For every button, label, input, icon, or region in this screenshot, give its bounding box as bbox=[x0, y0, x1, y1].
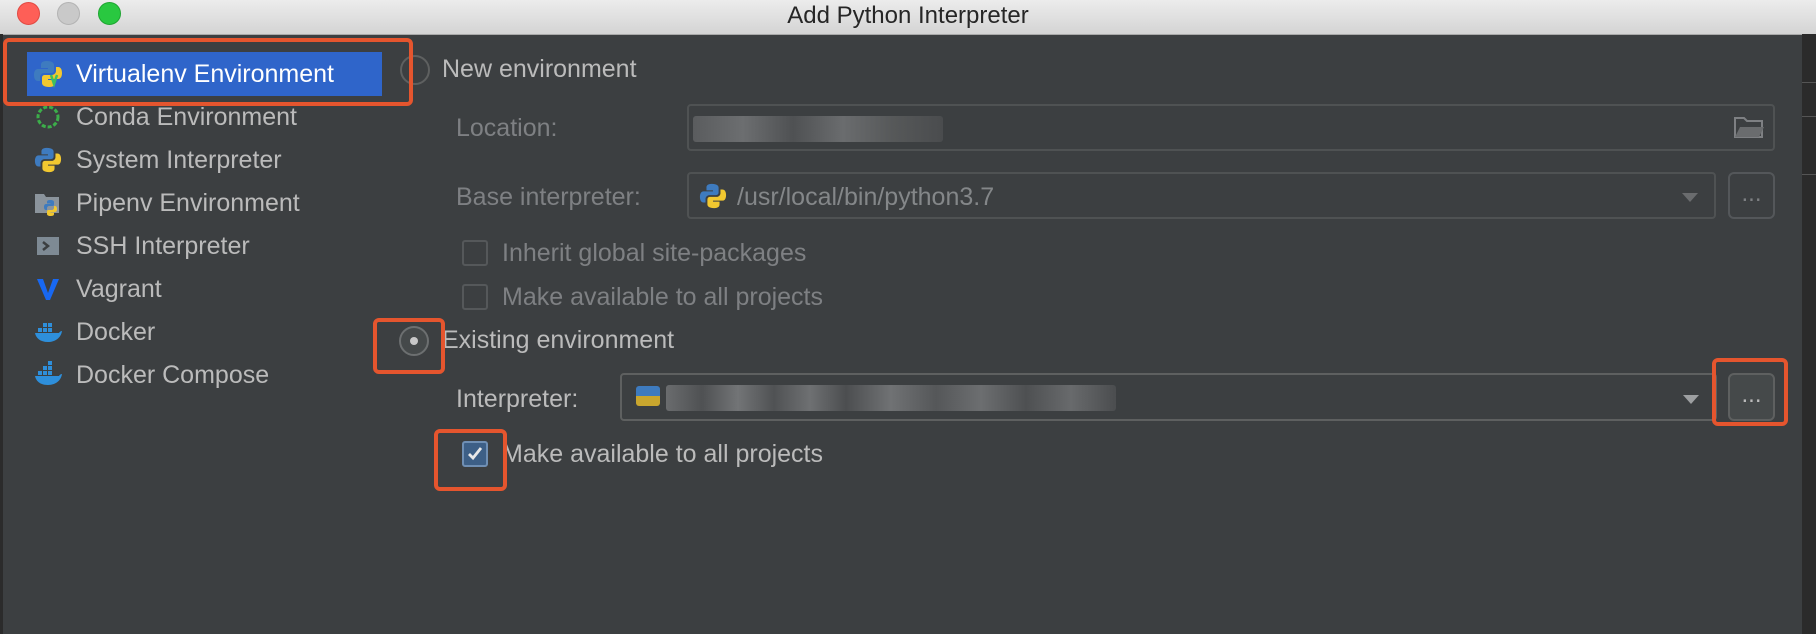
window-title: Add Python Interpreter bbox=[787, 2, 1029, 29]
python-icon bbox=[33, 145, 63, 175]
sidebar-item-ssh[interactable]: SSH Interpreter bbox=[27, 224, 383, 268]
location-field bbox=[687, 104, 1775, 151]
base-interpreter-select: /usr/local/bin/python3.7 bbox=[687, 172, 1716, 219]
highlight-existing-radio bbox=[373, 318, 445, 374]
right-edge bbox=[1802, 34, 1816, 634]
inherit-packages-label: Inherit global site-packages bbox=[502, 239, 807, 267]
new-env-make-available-checkbox bbox=[462, 284, 488, 310]
sidebar-item-label: System Interpreter bbox=[76, 145, 282, 174]
terminal-icon bbox=[33, 231, 63, 261]
new-environment-label: New environment bbox=[442, 55, 637, 83]
chevron-down-icon bbox=[1682, 193, 1698, 202]
conda-icon bbox=[33, 102, 63, 132]
folder-icon[interactable] bbox=[1733, 114, 1765, 145]
sidebar-item-docker[interactable]: Docker bbox=[27, 310, 383, 354]
highlight-make-available-checkbox bbox=[434, 429, 507, 491]
chevron-down-icon bbox=[1683, 395, 1699, 404]
pipenv-icon bbox=[33, 188, 63, 218]
existing-environment-label: Existing environment bbox=[442, 326, 675, 354]
base-interpreter-browse-button: ... bbox=[1728, 172, 1775, 219]
sidebar-item-label: Docker Compose bbox=[76, 360, 270, 389]
location-label: Location: bbox=[456, 114, 558, 142]
base-interpreter-value: /usr/local/bin/python3.7 bbox=[737, 183, 995, 211]
sidebar-item-label: Conda Environment bbox=[76, 102, 297, 131]
sidebar-item-label: SSH Interpreter bbox=[76, 231, 250, 260]
existing-env-make-available-label: Make available to all projects bbox=[502, 440, 823, 468]
interpreter-label: Interpreter: bbox=[456, 385, 579, 413]
location-value-redacted bbox=[693, 116, 943, 142]
sidebar-item-pipenv[interactable]: Pipenv Environment bbox=[27, 181, 383, 225]
docker-compose-icon bbox=[33, 360, 63, 390]
title-bar: Add Python Interpreter bbox=[0, 0, 1816, 35]
docker-icon bbox=[33, 317, 63, 347]
base-interpreter-label: Base interpreter: bbox=[456, 183, 641, 211]
highlight-browse-button bbox=[1712, 358, 1788, 426]
interpreter-select[interactable] bbox=[620, 373, 1717, 421]
python-icon bbox=[699, 182, 727, 215]
interpreter-value-redacted bbox=[666, 385, 1116, 411]
vagrant-icon bbox=[33, 274, 63, 304]
sidebar-item-system[interactable]: System Interpreter bbox=[27, 138, 383, 182]
highlight-virtualenv bbox=[3, 38, 413, 106]
python-icon bbox=[636, 386, 660, 406]
new-env-make-available-label: Make available to all projects bbox=[502, 283, 823, 311]
sidebar-item-vagrant[interactable]: Vagrant bbox=[27, 267, 383, 311]
sidebar-item-docker-compose[interactable]: Docker Compose bbox=[27, 353, 383, 397]
sidebar-item-label: Vagrant bbox=[76, 274, 162, 303]
inherit-packages-checkbox bbox=[462, 240, 488, 266]
interpreter-type-list: Virtualenv Environment Conda Environment… bbox=[0, 34, 400, 634]
sidebar-item-label: Docker bbox=[76, 317, 156, 346]
sidebar-item-label: Pipenv Environment bbox=[76, 188, 300, 217]
